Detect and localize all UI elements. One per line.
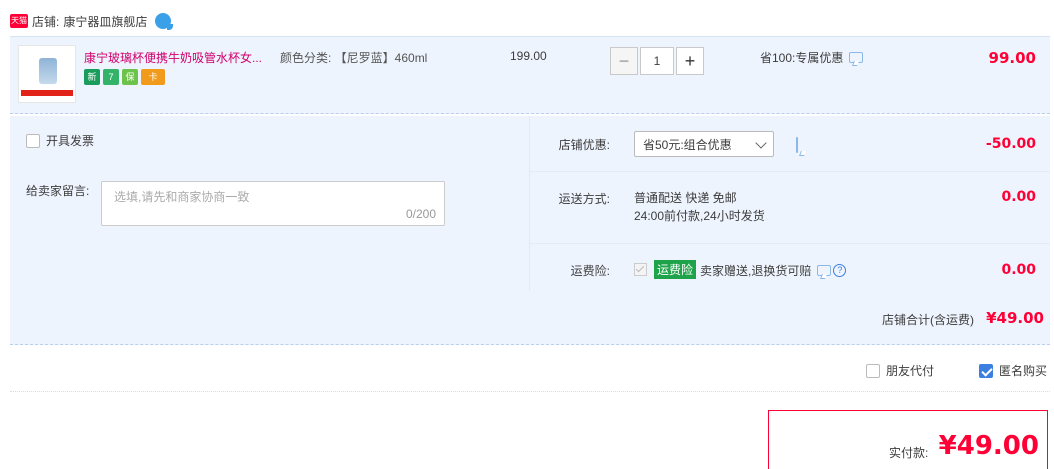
quantity-stepper: − 1 + (610, 47, 704, 75)
extras-left-column: 开具发票 给卖家留言: 选填,请先和商家协商一致 0/200 (10, 116, 530, 291)
item-promo: 省100:专属优惠 (760, 49, 864, 66)
quantity-input[interactable]: 1 (640, 47, 674, 75)
order-extras-panel: 开具发票 给卖家留言: 选填,请先和商家协商一致 0/200 店铺优惠: 省50… (10, 116, 1050, 291)
shipping-details: 普通配送 快递 免邮 24:00前付款,24小时发货 (634, 189, 765, 225)
seven-day-return-icon[interactable]: 7 (103, 69, 119, 85)
item-promo-text: 省100:专属优惠 (760, 51, 844, 65)
payment-summary: 实付款: ¥49.00 (768, 410, 1048, 469)
insurance-label: 运费险: (570, 264, 610, 278)
store-discount-selected: 省50元:组合优惠 (643, 137, 732, 152)
wangwang-chat-icon[interactable] (155, 13, 174, 30)
store-total-label: 店铺合计(含运费) (882, 313, 974, 327)
store-discount-label: 店铺优惠: (558, 138, 610, 152)
checkout-options: 朋友代付 匿名购买 (10, 352, 1050, 392)
product-title-link[interactable]: 康宁玻璃杯便携牛奶吸管水杯女... (84, 49, 274, 66)
product-sku: 颜色分类: 【尼罗蓝】460ml (280, 51, 428, 65)
new-tag-icon[interactable]: 新 (84, 69, 100, 85)
comment-icon[interactable] (817, 265, 832, 276)
invoice-checkbox[interactable] (26, 133, 40, 148)
help-icon[interactable]: ? (833, 264, 847, 277)
card-payment-icon[interactable]: 卡 (141, 69, 165, 85)
seller-message-counter: 0/200 (405, 207, 436, 221)
invoice-label: 开具发票 (46, 134, 95, 148)
store-total-value: ¥49.00 (986, 309, 1044, 327)
store-name-link[interactable]: 康宁器皿旗舰店 (63, 13, 147, 30)
insurance-checkbox (634, 263, 647, 276)
insurance-value: 0.00 (1001, 262, 1036, 278)
cart-item-row: 康宁玻璃杯便携牛奶吸管水杯女... 新 7 保 卡 颜色分类: 【尼罗蓝】460… (10, 36, 1050, 114)
store-discount-value: -50.00 (985, 136, 1036, 152)
comment-icon[interactable] (849, 52, 864, 63)
comment-icon[interactable] (796, 137, 798, 153)
insurance-info: 卖家赠送,退换货可赔 ? (700, 262, 847, 279)
shipping-value: 0.00 (1001, 189, 1036, 205)
quantity-minus-button[interactable]: − (610, 47, 638, 75)
anonymous-label: 匿名购买 (999, 364, 1048, 378)
seller-message-placeholder: 选填,请先和商家协商一致 (114, 190, 250, 204)
shipping-row: 运送方式: 普通配送 快递 免邮 24:00前付款,24小时发货 0.00 (530, 172, 1050, 244)
unit-price: 199.00 (510, 49, 547, 63)
shipping-time: 24:00前付款,24小时发货 (634, 209, 765, 223)
payment-value: ¥49.00 (938, 431, 1039, 461)
shipping-method: 普通配送 快递 免邮 (634, 191, 737, 205)
extras-right-column: 店铺优惠: 省50元:组合优惠 -50.00 运送方式: 普通配送 快递 免邮 … (530, 116, 1050, 291)
anonymous-checkbox[interactable] (979, 363, 993, 378)
seller-message-label: 给卖家留言: (26, 184, 90, 198)
item-subtotal: 99.00 (988, 49, 1036, 67)
store-discount-select[interactable]: 省50元:组合优惠 (634, 131, 774, 157)
quantity-plus-button[interactable]: + (676, 47, 704, 75)
service-tags: 新 7 保 卡 (84, 69, 165, 85)
store-header: 天猫 店铺: 康宁器皿旗舰店 (10, 10, 174, 32)
invoice-option[interactable]: 开具发票 (26, 132, 94, 149)
payment-label: 实付款: (889, 446, 929, 460)
shipping-label: 运送方式: (558, 192, 610, 206)
insurance-row: 运费险: 运费险 卖家赠送,退换货可赔 ? 0.00 (530, 244, 1050, 291)
seller-message-input[interactable]: 选填,请先和商家协商一致 0/200 (101, 181, 445, 226)
store-discount-row: 店铺优惠: 省50元:组合优惠 -50.00 (530, 116, 1050, 172)
insurance-text: 卖家赠送,退换货可赔 (700, 264, 812, 278)
friend-pay-label: 朋友代付 (886, 364, 935, 378)
anonymous-option[interactable]: 匿名购买 (979, 362, 1047, 379)
chevron-down-icon (755, 137, 767, 149)
store-total-row: 店铺合计(含运费) ¥49.00 (10, 291, 1050, 345)
tmall-logo: 天猫 (10, 14, 28, 28)
friend-pay-option[interactable]: 朋友代付 (866, 362, 934, 379)
friend-pay-checkbox[interactable] (866, 363, 880, 378)
product-thumbnail[interactable] (18, 45, 76, 103)
store-label: 店铺: (32, 14, 60, 29)
insurance-badge: 运费险 (654, 260, 697, 279)
product-banner-image (21, 90, 73, 96)
product-cup-image (39, 58, 57, 84)
guarantee-icon[interactable]: 保 (122, 69, 138, 85)
